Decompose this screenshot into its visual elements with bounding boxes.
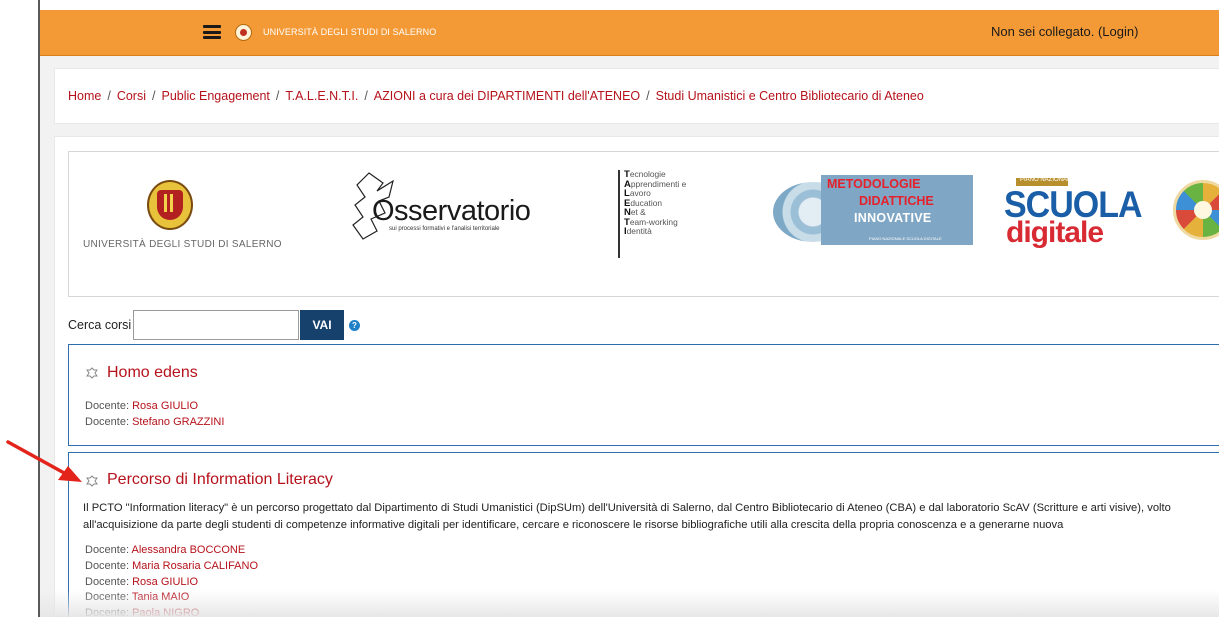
breadcrumb-separator: /	[152, 89, 156, 103]
teacher-row: Docente: Maria Rosaria CALIFANO	[85, 559, 259, 572]
metodologie-line2: DIDATTICHE	[859, 194, 934, 208]
teacher-row: Docente: Rosa GIULIO	[85, 575, 199, 588]
teacher-row: Docente: Stefano GRAZZINI	[85, 415, 225, 428]
breadcrumb-public-engagement[interactable]: Public Engagement	[161, 89, 269, 103]
teacher-link[interactable]: Tania MAIO	[132, 591, 189, 603]
page: UNIVERSITÀ DEGLI STUDI DI SALERNO Non se…	[0, 0, 1219, 617]
teacher-link[interactable]: Rosa GIULIO	[132, 576, 198, 588]
search-go-button[interactable]: VAI	[300, 310, 344, 340]
search-courses-label: Cerca corsi	[68, 318, 132, 332]
osservatorio-subtitle: sui processi formativi e l'analisi terri…	[389, 226, 500, 232]
top-navbar: UNIVERSITÀ DEGLI STUDI DI SALERNO Non se…	[40, 10, 1219, 56]
breadcrumb-separator: /	[107, 89, 111, 103]
breadcrumb-home[interactable]: Home	[68, 89, 101, 103]
course-title-link[interactable]: Homo edens	[107, 364, 198, 382]
teacher-row: Docente: Rosa GIULIO	[85, 400, 199, 412]
teacher-link[interactable]: Stefano GRAZZINI	[132, 416, 224, 428]
partner-logos-banner: UNIVERSITÀ DEGLI STUDI DI SALERNO Osserv…	[68, 151, 1219, 297]
scuola-digitale-word2: digitale	[1006, 216, 1104, 249]
metodologie-subtitle: PIANO NAZIONALE SCUOLA DIGITALE	[869, 236, 942, 241]
university-logo-icon[interactable]	[235, 24, 252, 41]
talenti-divider	[618, 170, 620, 258]
teacher-link[interactable]: Paola NIGRO	[132, 607, 199, 617]
teacher-row: Docente: Alessandra BOCCONE	[85, 544, 246, 556]
breadcrumb-azioni[interactable]: AZIONI a cura dei DIPARTIMENTI dell'ATEN…	[374, 89, 640, 103]
search-courses-input[interactable]	[133, 310, 299, 340]
teacher-row: Docente: Tania MAIO	[85, 591, 190, 604]
course-summary: Il PCTO "Information literacy" è un perc…	[83, 502, 1171, 531]
teacher-list: Docente: Rosa GIULIO Docente: Stefano GR…	[85, 399, 224, 431]
course-box: Percorso di Information Literacy Il PCTO…	[68, 452, 1219, 617]
hamburger-menu-icon[interactable]	[203, 25, 221, 39]
metodologie-line3: INNOVATIVE	[854, 211, 932, 225]
colorful-wheel-logo	[1173, 180, 1219, 240]
metodologie-line1: METODOLOGIE	[827, 177, 921, 191]
course-box: Homo edens Docente: Rosa GIULIO Docente:…	[68, 344, 1219, 446]
breadcrumb-separator: /	[646, 89, 650, 103]
teacher-link[interactable]: Alessandra BOCCONE	[131, 544, 245, 556]
site-name-link[interactable]: UNIVERSITÀ DEGLI STUDI DI SALERNO	[263, 27, 436, 37]
breadcrumb: Home / Corsi / Public Engagement / T.A.L.E.N.T…	[68, 89, 924, 103]
talenti-logo: Tecnologie Apprendimenti e Lavoro Educat…	[624, 169, 686, 237]
breadcrumb-corsi[interactable]: Corsi	[117, 89, 146, 103]
breadcrumb-talenti[interactable]: T.A.L.E.N.T.I.	[285, 89, 358, 103]
window-edge	[38, 0, 40, 617]
osservatorio-title: Osservatorio	[372, 195, 531, 227]
teacher-link[interactable]: Maria Rosaria CALIFANO	[132, 560, 258, 572]
course-icon	[86, 367, 98, 379]
teacher-list: Docente: Alessandra BOCCONE Docente: Mar…	[85, 543, 258, 617]
course-title-link[interactable]: Percorso di Information Literacy	[107, 471, 333, 489]
breadcrumb-separator: /	[275, 89, 280, 103]
annotation-arrow-icon	[6, 440, 82, 482]
breadcrumb-separator: /	[364, 89, 368, 103]
talenti-line: Identità	[624, 226, 652, 237]
unisa-caption: UNIVERSITÀ DEGLI STUDI DI SALERNO	[83, 239, 282, 250]
help-icon[interactable]: ?	[349, 320, 360, 331]
unisa-seal-logo	[147, 180, 193, 230]
login-status[interactable]: Non sei collegato. (Login)	[991, 24, 1138, 39]
teacher-link[interactable]: Rosa GIULIO	[132, 400, 198, 412]
teacher-row: Docente: Paola NIGRO	[85, 606, 258, 617]
breadcrumb-studi-umanistici[interactable]: Studi Umanistici e Centro Bibliotecario …	[656, 89, 924, 103]
